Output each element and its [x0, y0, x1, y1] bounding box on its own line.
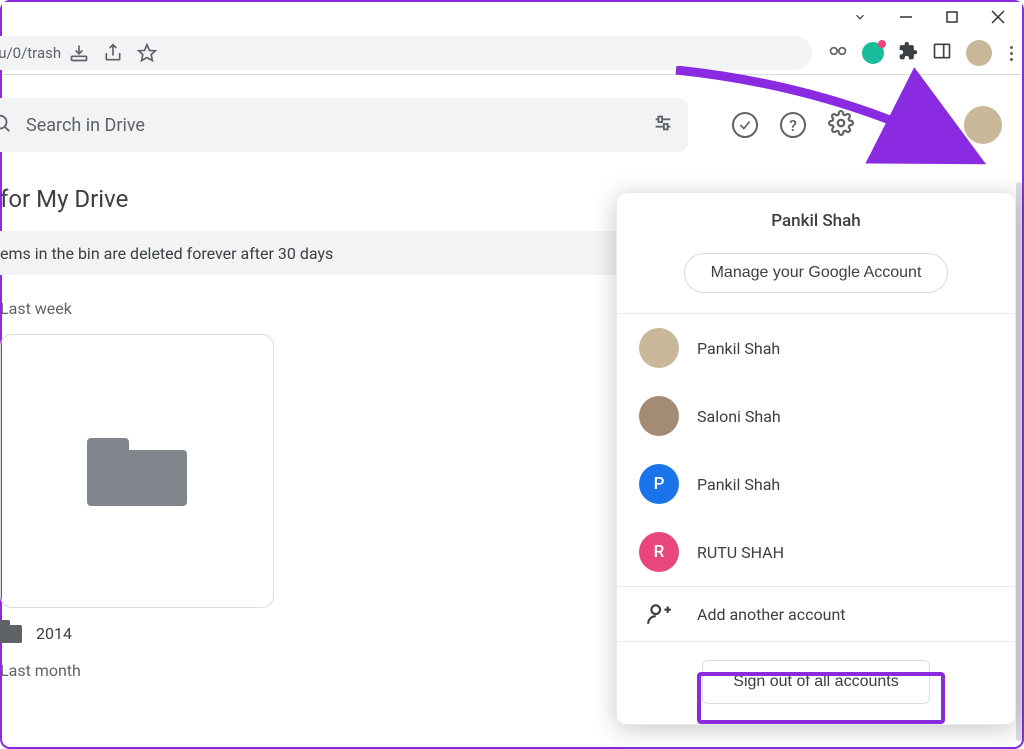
account-name-label: Pankil Shah — [697, 475, 780, 494]
search-icon — [0, 112, 12, 139]
window-maximize-icon[interactable] — [942, 7, 962, 27]
window-titlebar — [2, 2, 1022, 32]
account-avatar-icon — [639, 328, 679, 368]
search-input[interactable]: Search in Drive — [0, 98, 688, 152]
install-app-icon[interactable] — [69, 43, 89, 63]
account-avatar[interactable] — [964, 106, 1002, 144]
share-icon[interactable] — [103, 43, 123, 63]
add-account-row[interactable]: Add another account — [617, 587, 1015, 641]
window-minimize-icon[interactable] — [896, 7, 916, 27]
apps-grid-icon[interactable] — [906, 114, 928, 136]
extensions-puzzle-icon[interactable] — [898, 41, 918, 65]
current-account-name: Pankil Shah — [617, 193, 1015, 253]
folder-icon — [87, 436, 187, 506]
overflow-chevron-icon[interactable] — [850, 7, 870, 27]
browser-profile-avatar[interactable] — [966, 40, 992, 66]
address-bar[interactable]: /u/0/trash — [0, 36, 812, 70]
folder-thumbnail[interactable] — [0, 334, 274, 608]
scrollbar[interactable] — [1016, 182, 1022, 741]
drive-header: Search in Drive ? — [2, 75, 1022, 175]
offline-ready-icon[interactable] — [732, 112, 758, 138]
account-name-label: Pankil Shah — [697, 339, 780, 358]
account-switch-row[interactable]: P Pankil Shah — [617, 450, 1015, 518]
browser-menu-icon[interactable] — [1006, 46, 1016, 61]
account-avatar-icon: P — [639, 464, 679, 504]
tune-icon[interactable] — [652, 112, 674, 139]
account-avatar-icon — [639, 396, 679, 436]
manage-account-button[interactable]: Manage your Google Account — [684, 253, 949, 293]
account-avatar-icon: R — [639, 532, 679, 572]
window-close-icon[interactable] — [988, 7, 1008, 27]
settings-gear-icon[interactable] — [828, 110, 854, 140]
bookmark-star-icon[interactable] — [137, 43, 157, 63]
extension-icons — [818, 40, 1016, 66]
extension-link-icon[interactable] — [828, 41, 848, 65]
account-switch-row[interactable]: R RUTU SHAH — [617, 518, 1015, 586]
browser-toolbar: /u/0/trash — [2, 32, 1022, 74]
url-text: /u/0/trash — [0, 44, 61, 62]
account-name-label: Saloni Shah — [697, 407, 781, 426]
account-popup: Pankil Shah Manage your Google Account P… — [616, 192, 1016, 725]
search-placeholder: Search in Drive — [26, 115, 145, 136]
add-account-icon — [639, 601, 679, 627]
signout-button[interactable]: Sign out of all accounts — [702, 660, 929, 704]
add-account-label: Add another account — [697, 605, 846, 624]
account-switch-row[interactable]: Pankil Shah — [617, 314, 1015, 382]
sidepanel-icon[interactable] — [932, 41, 952, 65]
file-name: 2014 — [36, 624, 72, 643]
folder-mini-icon — [0, 625, 22, 643]
extension-green-icon[interactable] — [862, 42, 884, 64]
account-name-label: RUTU SHAH — [697, 543, 784, 562]
account-switch-row[interactable]: Saloni Shah — [617, 382, 1015, 450]
help-icon[interactable]: ? — [780, 112, 806, 138]
